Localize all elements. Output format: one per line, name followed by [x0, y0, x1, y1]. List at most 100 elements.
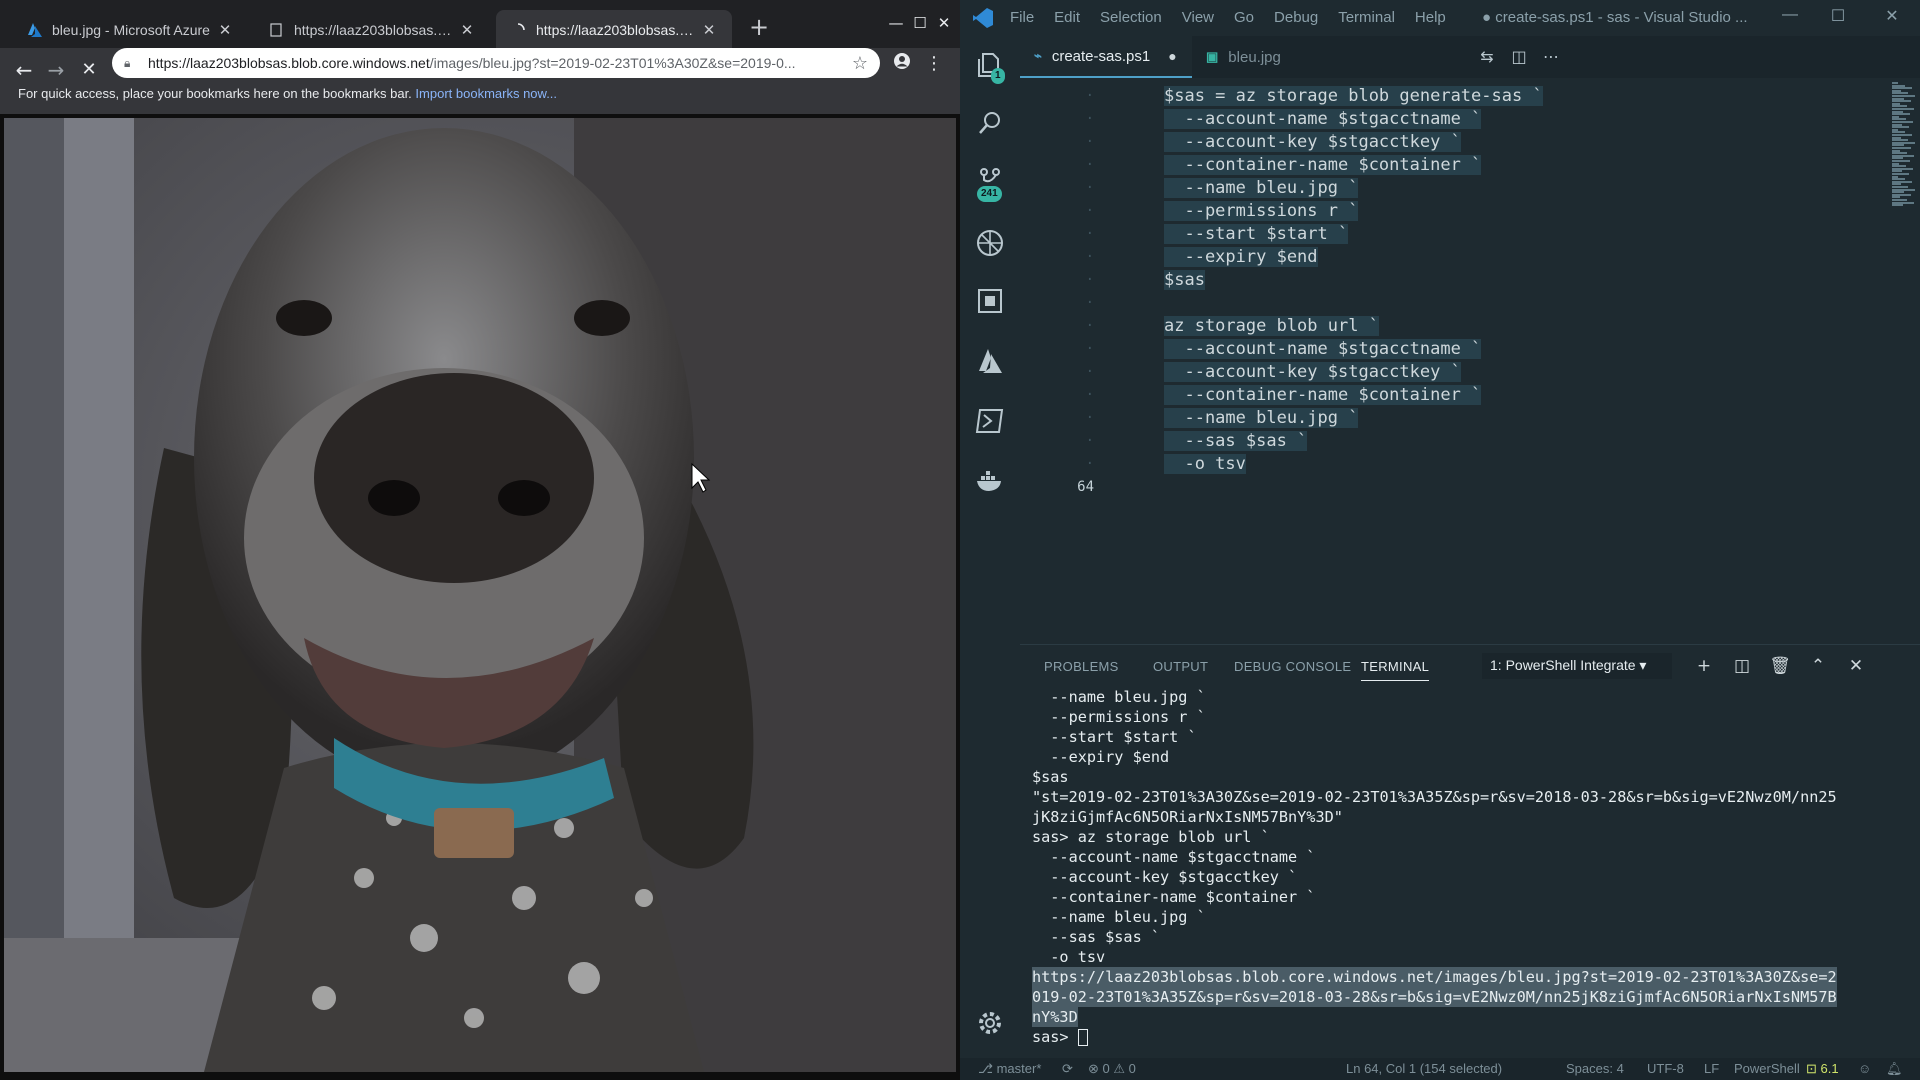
maximize-panel-icon[interactable]: ⌃	[1807, 655, 1829, 677]
powershell-icon[interactable]	[975, 406, 1005, 436]
git-branch-label: master*	[996, 1061, 1042, 1076]
cursor-position[interactable]: Ln 64, Col 1 (154 selected)	[1346, 1061, 1502, 1076]
warning-count: 0	[1128, 1061, 1136, 1076]
code-line[interactable]: --account-key $stgacctkey `	[1164, 131, 1461, 154]
menu-view[interactable]: View	[1182, 9, 1214, 26]
bottom-panel: PROBLEMS OUTPUT DEBUG CONSOLE TERMINAL 1…	[1020, 644, 1920, 1068]
image-file-icon: ▣	[1206, 49, 1219, 64]
url-text[interactable]: https://laaz203blobsas.blob.core.windows…	[148, 55, 852, 71]
line-number: ·	[1085, 203, 1094, 219]
code-line[interactable]: --sas $sas `	[1164, 430, 1308, 453]
extensions-icon[interactable]	[975, 286, 1005, 316]
code-line[interactable]: --container-name $container `	[1164, 154, 1482, 177]
debug-icon[interactable]	[975, 228, 1005, 258]
notifications-icon[interactable]: 🔔︎	[1886, 1061, 1903, 1077]
source-control-icon[interactable]: 241	[975, 166, 1005, 202]
tab-problems[interactable]: PROBLEMS	[1044, 659, 1119, 674]
code-line[interactable]: --account-name $stgacctname `	[1164, 338, 1482, 361]
browser-tab-active[interactable]: https://laaz203blobsas.blob. ✕	[496, 10, 732, 50]
browser-tab-title: https://laaz203blobsas.blob.	[294, 22, 452, 38]
search-icon[interactable]	[975, 108, 1005, 138]
encoding[interactable]: UTF-8	[1647, 1061, 1684, 1076]
code-line[interactable]: $sas = az storage blob generate-sas `	[1164, 85, 1543, 108]
terminal-instance-select[interactable]: 1: PowerShell Integrate ▾	[1482, 653, 1672, 679]
more-actions-icon[interactable]: ⋯	[1540, 47, 1562, 69]
git-branch[interactable]: ⎇ master*	[978, 1061, 1041, 1077]
code-line[interactable]: --start $start `	[1164, 223, 1349, 246]
split-editor-icon[interactable]: ◫	[1508, 47, 1530, 69]
code-lines[interactable]: $sas = az storage blob generate-sas ` --…	[1164, 78, 1864, 638]
azure-icon[interactable]	[975, 346, 1005, 376]
tab-output[interactable]: OUTPUT	[1153, 659, 1208, 674]
bookmark-star-icon[interactable]: ☆	[852, 53, 868, 74]
tab-label: bleu.jpg	[1228, 48, 1281, 66]
code-line[interactable]: --account-name $stgacctname `	[1164, 108, 1482, 131]
tab-terminal[interactable]: TERMINAL	[1361, 659, 1430, 681]
menu-help[interactable]: Help	[1415, 9, 1446, 26]
maximize-icon[interactable]: ☐	[1826, 6, 1850, 26]
minimap[interactable]	[1892, 78, 1920, 638]
code-line[interactable]: --account-key $stgacctkey `	[1164, 361, 1461, 384]
menu-go[interactable]: Go	[1234, 9, 1254, 26]
code-line[interactable]: --name bleu.jpg `	[1164, 407, 1359, 430]
code-line-text: $sas = az storage blob generate-sas `	[1164, 86, 1543, 106]
close-window-icon[interactable]: ✕	[1880, 6, 1904, 26]
vscode-window: File Edit Selection View Go Debug Termin…	[960, 0, 1920, 1080]
open-changes-icon[interactable]: ⇆	[1476, 47, 1498, 69]
minimize-icon[interactable]: —	[1778, 6, 1802, 24]
code-editor[interactable]: · · · · · · · · · · · · · · · · · 64 $sas = az storage bl…	[1020, 78, 1920, 638]
forward-icon[interactable]: →	[42, 56, 70, 84]
sync-icon[interactable]: ⟳	[1062, 1061, 1073, 1077]
maximize-icon[interactable]: ☐	[907, 10, 933, 36]
tab-debug-console[interactable]: DEBUG CONSOLE	[1234, 659, 1351, 674]
line-number: ·	[1085, 295, 1094, 311]
terminal-cursor	[1077, 1029, 1088, 1046]
tab-bleu-jpg[interactable]: ▣ bleu.jpg	[1192, 36, 1295, 78]
url-host: https://laaz203blobsas.blob.core.windows…	[148, 55, 430, 71]
powershell-version[interactable]: ⊡ 6.1	[1806, 1061, 1839, 1077]
new-terminal-icon[interactable]: +	[1693, 655, 1715, 677]
problems-summary[interactable]: ⊗ 0 ⚠ 0	[1088, 1061, 1136, 1077]
menu-file[interactable]: File	[1010, 9, 1034, 26]
terminal-output[interactable]: --name bleu.jpg ` --permissions r ` --st…	[1020, 685, 1920, 1069]
browser-tab[interactable]: https://laaz203blobsas.blob. ✕	[254, 10, 490, 50]
code-line[interactable]: --container-name $container `	[1164, 384, 1482, 407]
code-line[interactable]: --expiry $end	[1164, 246, 1318, 269]
browser-tab[interactable]: bleu.jpg - Microsoft Azure ✕	[12, 10, 248, 50]
close-panel-icon[interactable]: ✕	[1845, 655, 1867, 677]
unsaved-dot-icon[interactable]: ●	[1168, 48, 1176, 64]
tab-create-sas[interactable]: ⌁ create-sas.ps1 ●	[1020, 36, 1192, 78]
line-ending[interactable]: LF	[1704, 1061, 1719, 1076]
menu-debug[interactable]: Debug	[1274, 9, 1318, 26]
explorer-icon[interactable]: 1	[975, 50, 1005, 84]
close-window-icon[interactable]: ✕	[931, 10, 957, 36]
code-line-text: --account-key $stgacctkey `	[1164, 362, 1461, 382]
new-tab-button[interactable]: +	[744, 12, 774, 42]
back-icon[interactable]: ←	[10, 56, 38, 84]
docker-icon[interactable]	[975, 466, 1005, 496]
code-line[interactable]: $sas	[1164, 269, 1205, 292]
close-tab-icon[interactable]: ✕	[216, 21, 234, 39]
kill-terminal-icon[interactable]: 🗑︎	[1769, 655, 1791, 677]
language-mode[interactable]: PowerShell	[1734, 1061, 1800, 1076]
profile-avatar-icon[interactable]	[890, 52, 914, 76]
menu-edit[interactable]: Edit	[1054, 9, 1080, 26]
split-terminal-icon[interactable]: ◫	[1731, 655, 1753, 677]
close-tab-icon[interactable]: ✕	[458, 21, 476, 39]
import-bookmarks-link[interactable]: Import bookmarks now...	[415, 86, 557, 101]
address-bar[interactable]: 🔒︎ https://laaz203blobsas.blob.core.wind…	[112, 48, 880, 78]
stop-loading-icon[interactable]: ✕	[75, 56, 103, 84]
browser-menu-icon[interactable]: ⋮	[922, 52, 946, 76]
terminal-selected-url-line: nY%3D	[1032, 1007, 1078, 1027]
menu-terminal[interactable]: Terminal	[1338, 9, 1395, 26]
code-line[interactable]: az storage blob url `	[1164, 315, 1379, 338]
feedback-icon[interactable]: ☺	[1858, 1061, 1871, 1076]
settings-gear-icon[interactable]	[975, 1008, 1005, 1038]
indentation[interactable]: Spaces: 4	[1566, 1061, 1624, 1076]
minimize-icon[interactable]: —	[883, 10, 909, 36]
menu-selection[interactable]: Selection	[1100, 9, 1162, 26]
code-line[interactable]: --permissions r `	[1164, 200, 1359, 223]
code-line[interactable]: --name bleu.jpg `	[1164, 177, 1359, 200]
close-tab-icon[interactable]: ✕	[700, 21, 718, 39]
code-line[interactable]: -o tsv	[1164, 453, 1246, 476]
